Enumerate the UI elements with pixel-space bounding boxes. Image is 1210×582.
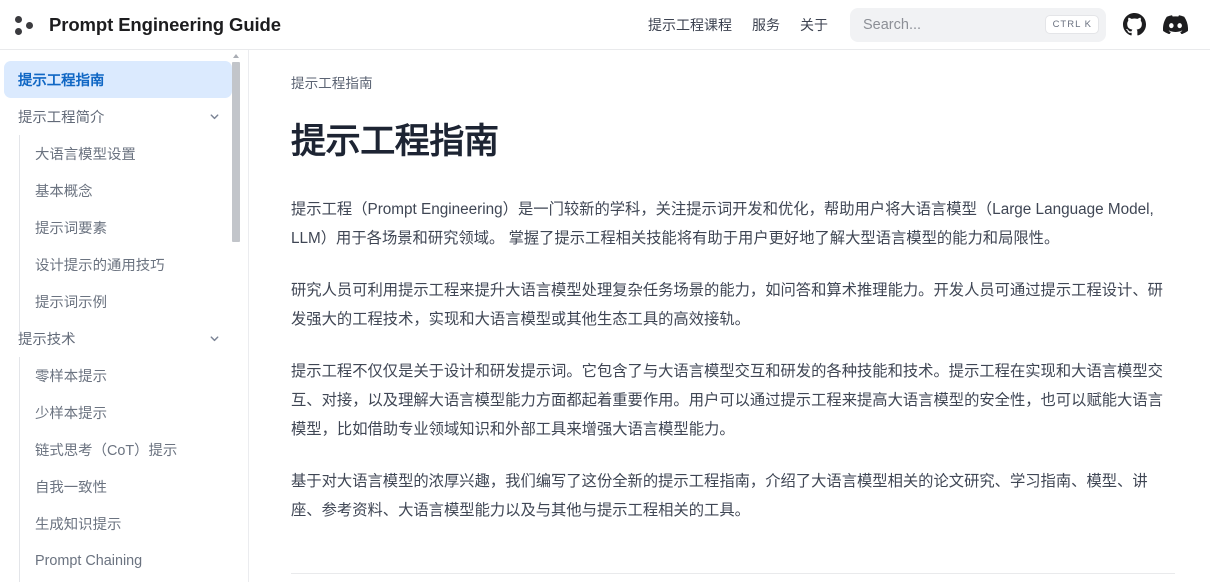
content-paragraph: 提示工程（Prompt Engineering）是一门较新的学科，关注提示词开发… [291,201,1154,247]
sidebar-item-label: 大语言模型设置 [35,147,136,163]
chevron-down-icon [209,333,220,344]
sidebar-item-label: Prompt Chaining [35,552,143,569]
brand-title: Prompt Engineering Guide [49,13,281,35]
content-divider [291,573,1175,574]
app-header: Prompt Engineering Guide 提示工程课程 服务 关于 Se… [0,0,1210,50]
sidebar-item-label: 基本概念 [35,184,93,200]
search-shortcut-badge: CTRL K [1044,15,1099,34]
sidebar-item-label: 设计提示的通用技巧 [35,258,165,274]
search-input[interactable]: Search... CTRL K [850,7,1106,42]
content-paragraph: 基于对大语言模型的浓厚兴趣，我们编写了这份全新的提示工程指南，介绍了大语言模型相… [291,473,1148,519]
sidebar-item-label: 提示词示例 [35,295,107,311]
sidebar-item-prompt-chaining[interactable]: Prompt Chaining [19,542,248,579]
sidebar-nav: 提示工程指南 提示工程简介 大语言模型设置 基本概念 提示词要素 设计提示的通用… [0,50,248,582]
breadcrumb: 提示工程指南 [291,76,373,91]
scrollbar-thumb[interactable] [232,62,240,242]
sidebar-scrollbar[interactable] [232,54,241,582]
three-dots-logo-icon [14,12,38,38]
sidebar-item-label: 生成知识提示 [35,517,122,533]
sidebar-item-label: 提示工程指南 [18,73,105,89]
sidebar-item-general-tips[interactable]: 设计提示的通用技巧 [19,246,248,283]
sidebar-item-zero-shot[interactable]: 零样本提示 [19,357,248,394]
page-title: 提示工程指南 [291,122,499,161]
sidebar-sublist-intro: 大语言模型设置 基本概念 提示词要素 设计提示的通用技巧 提示词示例 [19,135,248,334]
header-nav: 提示工程课程 服务 关于 [648,15,828,35]
chevron-down-icon [209,111,220,122]
sidebar-item-prompt-examples[interactable]: 提示词示例 [19,283,248,320]
sidebar-group-techniques[interactable]: 提示技术 [4,320,232,357]
sidebar-item-label: 链式思考（CoT）提示 [35,443,178,459]
sidebar-item-cot[interactable]: 链式思考（CoT）提示 [19,431,248,468]
sidebar-item-guide[interactable]: 提示工程指南 [4,61,232,98]
main-content: 提示工程指南 提示工程指南 提示工程（Prompt Engineering）是一… [249,50,1210,582]
sidebar-item-generated-knowledge[interactable]: 生成知识提示 [19,505,248,542]
sidebar-sublist-techniques: 零样本提示 少样本提示 链式思考（CoT）提示 自我一致性 生成知识提示 Pro… [19,357,248,582]
sidebar-item-label: 少样本提示 [35,406,107,422]
brand[interactable]: Prompt Engineering Guide [14,12,281,38]
sidebar-group-label: 提示技术 [18,332,76,348]
sidebar-group-label: 提示工程简介 [18,110,105,126]
sidebar-item-few-shot[interactable]: 少样本提示 [19,394,248,431]
sidebar-item-label: 自我一致性 [35,480,107,496]
content-paragraph: 提示工程不仅仅是关于设计和研发提示词。它包含了与大语言模型交互和研发的各种技能和… [291,363,1163,438]
github-icon[interactable] [1123,13,1146,36]
page-body: 提示工程指南 提示工程简介 大语言模型设置 基本概念 提示词要素 设计提示的通用… [0,50,1210,582]
search-placeholder: Search... [863,16,922,33]
nav-link-courses[interactable]: 提示工程课程 [648,15,732,35]
sidebar-item-self-consistency[interactable]: 自我一致性 [19,468,248,505]
sidebar-item-llm-settings[interactable]: 大语言模型设置 [19,135,248,172]
header-right-group: 提示工程课程 服务 关于 Search... CTRL K [648,7,1188,42]
sidebar-group-intro[interactable]: 提示工程简介 [4,98,232,135]
sidebar-item-label: 零样本提示 [35,369,107,385]
nav-link-about[interactable]: 关于 [800,15,828,35]
content-paragraph: 研究人员可利用提示工程来提升大语言模型处理复杂任务场景的能力，如问答和算术推理能… [291,282,1163,328]
sidebar-item-basic-concepts[interactable]: 基本概念 [19,172,248,209]
nav-link-services[interactable]: 服务 [752,15,780,35]
scroll-up-arrow-icon[interactable] [233,54,239,58]
sidebar-item-prompt-elements[interactable]: 提示词要素 [19,209,248,246]
discord-icon[interactable] [1163,15,1188,34]
sidebar-item-label: 提示词要素 [35,221,107,237]
